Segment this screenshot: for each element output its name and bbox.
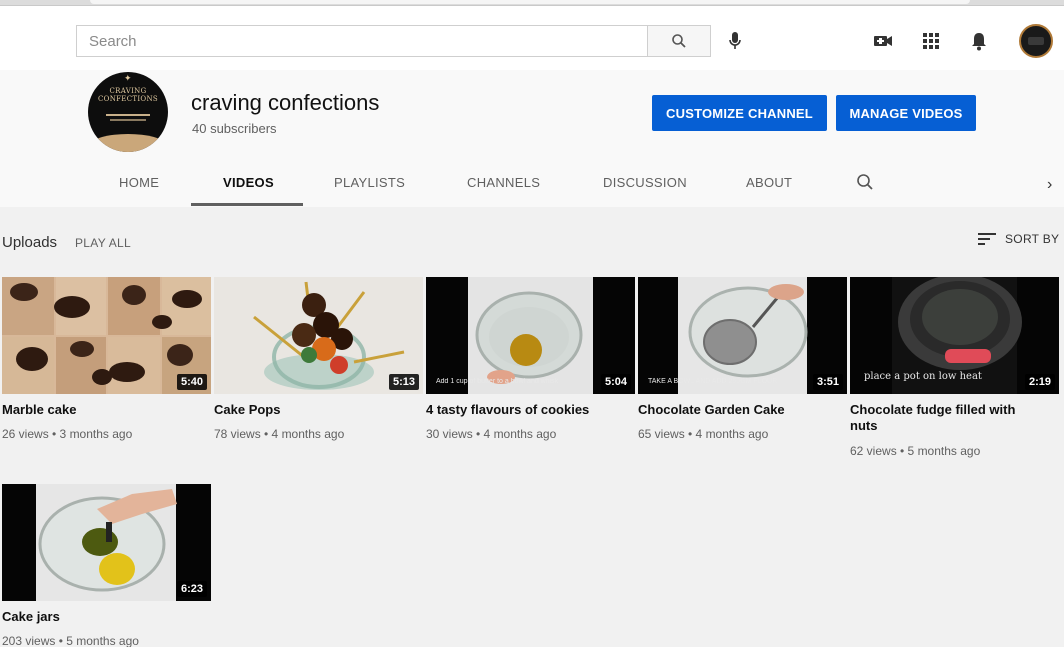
microphone-icon bbox=[729, 32, 741, 49]
tab-home[interactable]: HOME bbox=[119, 175, 159, 190]
tab-videos[interactable]: VIDEOS bbox=[223, 175, 274, 190]
video-thumbnail[interactable]: Add 1 cup of butter to a bowl and whisk … bbox=[426, 277, 635, 394]
video-card[interactable]: place a pot on low heat 2:19 Chocolate f… bbox=[850, 277, 1060, 458]
uploads-header: Uploads PLAY ALL SORT BY bbox=[0, 228, 1064, 256]
video-card[interactable]: 5:40 Marble cake 26 views • 3 months ago bbox=[2, 277, 212, 441]
logo-divider bbox=[106, 114, 150, 116]
manage-videos-button[interactable]: MANAGE VIDEOS bbox=[836, 95, 976, 131]
play-all-button[interactable]: PLAY ALL bbox=[75, 236, 131, 250]
video-duration: 2:19 bbox=[1024, 374, 1055, 390]
logo-cookies-graphic bbox=[92, 134, 164, 152]
create-video-button[interactable] bbox=[870, 28, 896, 54]
logo-text: CRAVING CONFECTIONS bbox=[98, 87, 158, 103]
uploads-title: Uploads bbox=[2, 234, 58, 251]
search-icon bbox=[857, 174, 873, 190]
video-title[interactable]: 4 tasty flavours of cookies bbox=[426, 402, 626, 418]
channel-search-button[interactable] bbox=[856, 173, 874, 196]
video-card[interactable]: Add 1 cup of butter to a bowl and whisk … bbox=[426, 277, 636, 441]
search-input[interactable]: Search bbox=[76, 25, 648, 57]
video-caption: place a pot on low heat bbox=[864, 371, 982, 382]
logo-star-icon: ✦ bbox=[124, 73, 132, 83]
apps-grid-icon bbox=[923, 33, 939, 49]
notifications-button[interactable] bbox=[966, 28, 992, 54]
video-duration: 5:04 bbox=[600, 374, 631, 390]
channel-name: craving confections bbox=[191, 90, 380, 115]
video-thumbnail[interactable]: TAKE A BOWL AND ADD 250GM FLOUR 3:51 bbox=[638, 277, 847, 394]
search-button[interactable] bbox=[647, 25, 711, 57]
sort-icon bbox=[978, 233, 996, 245]
video-title[interactable]: Cake jars bbox=[2, 609, 202, 625]
channel-logo: ✦ CRAVING CONFECTIONS bbox=[88, 72, 168, 152]
address-bar-edge bbox=[90, 0, 970, 4]
chevron-right-icon[interactable]: › bbox=[1047, 176, 1052, 194]
video-title[interactable]: Chocolate Garden Cake bbox=[638, 402, 838, 418]
video-thumbnail[interactable]: 5:40 bbox=[2, 277, 211, 394]
video-card[interactable]: 6:23 Cake jars 203 views • 5 months ago bbox=[2, 484, 212, 647]
tab-playlists[interactable]: PLAYLISTS bbox=[334, 175, 405, 190]
masthead: Search bbox=[0, 6, 1064, 70]
video-duration: 5:40 bbox=[176, 374, 207, 390]
video-thumbnail[interactable]: 6:23 bbox=[2, 484, 211, 601]
video-title[interactable]: Cake Pops bbox=[214, 402, 414, 418]
video-thumbnail[interactable]: 5:13 bbox=[214, 277, 423, 394]
voice-search-button[interactable] bbox=[722, 28, 748, 54]
video-duration: 5:13 bbox=[388, 374, 419, 390]
tab-about[interactable]: ABOUT bbox=[746, 175, 792, 190]
video-metadata: 26 views • 3 months ago bbox=[2, 427, 133, 441]
subscriber-count: 40 subscribers bbox=[192, 121, 277, 136]
video-title[interactable]: Chocolate fudge filled with nuts bbox=[850, 402, 1040, 434]
video-duration: 6:23 bbox=[176, 581, 207, 597]
customize-channel-button[interactable]: CUSTOMIZE CHANNEL bbox=[652, 95, 827, 131]
video-card[interactable]: TAKE A BOWL AND ADD 250GM FLOUR 3:51 Cho… bbox=[638, 277, 848, 441]
video-caption: TAKE A BOWL AND ADD 250GM FLOUR bbox=[648, 378, 778, 385]
logo-divider bbox=[110, 119, 146, 121]
video-metadata: 30 views • 4 months ago bbox=[426, 427, 557, 441]
avatar-image bbox=[1028, 37, 1044, 45]
video-camera-icon bbox=[874, 36, 892, 46]
bell-icon bbox=[972, 33, 986, 51]
video-card[interactable]: 5:13 Cake Pops 78 views • 4 months ago bbox=[214, 277, 424, 441]
video-thumbnail[interactable]: place a pot on low heat 2:19 bbox=[850, 277, 1059, 394]
video-caption: Add 1 cup of butter to a bowl and whisk bbox=[436, 378, 559, 385]
channel-header: ✦ CRAVING CONFECTIONS craving confection… bbox=[0, 70, 1064, 207]
tab-channels[interactable]: CHANNELS bbox=[467, 175, 540, 190]
apps-button[interactable] bbox=[918, 28, 944, 54]
video-metadata: 203 views • 5 months ago bbox=[2, 634, 139, 647]
account-avatar[interactable] bbox=[1019, 24, 1053, 58]
video-title[interactable]: Marble cake bbox=[2, 402, 202, 418]
video-duration: 3:51 bbox=[812, 374, 843, 390]
video-metadata: 62 views • 5 months ago bbox=[850, 444, 981, 458]
video-metadata: 78 views • 4 months ago bbox=[214, 427, 345, 441]
active-tab-indicator bbox=[191, 203, 303, 206]
sort-by-button[interactable]: SORT BY bbox=[977, 232, 1059, 246]
tab-discussion[interactable]: DISCUSSION bbox=[603, 175, 687, 190]
video-metadata: 65 views • 4 months ago bbox=[638, 427, 769, 441]
channel-tabs: HOME VIDEOS PLAYLISTS CHANNELS DISCUSSIO… bbox=[0, 166, 1064, 207]
sort-by-label: SORT BY bbox=[1005, 232, 1060, 246]
search-icon bbox=[672, 34, 686, 48]
